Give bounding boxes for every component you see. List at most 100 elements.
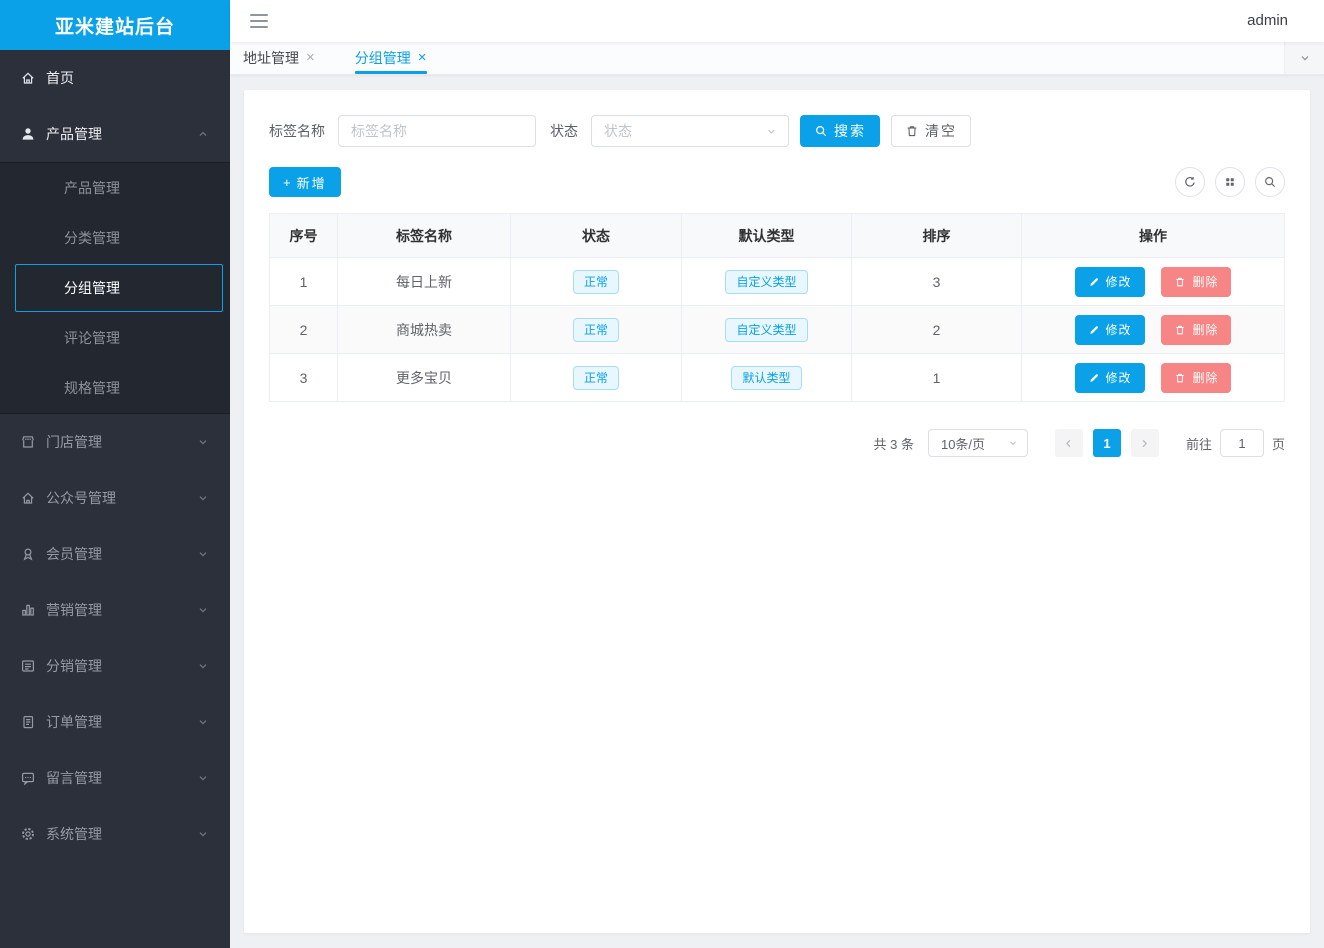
chevron-down-icon xyxy=(196,547,210,561)
sidebar-item-label: 评论管理 xyxy=(64,328,120,348)
sidebar-subitem-spec[interactable]: 规格管理 xyxy=(0,363,230,413)
sidebar-item-product-group[interactable]: 产品管理 xyxy=(0,106,230,162)
columns-button[interactable] xyxy=(1215,167,1245,197)
sidebar-item-label: 分组管理 xyxy=(64,278,120,298)
chevron-down-icon xyxy=(196,435,210,449)
cell-no: 3 xyxy=(270,354,338,402)
goto-page: 前往 页 xyxy=(1186,429,1285,457)
chevron-down-icon xyxy=(196,659,210,673)
sidebar-item-label: 系统管理 xyxy=(46,824,102,844)
group-management-panel: 标签名称 状态 状态 搜索 xyxy=(244,90,1310,933)
tab-address-management[interactable]: 地址管理 × xyxy=(243,42,315,74)
delete-button[interactable]: 删除 xyxy=(1161,267,1231,297)
tab-options-button[interactable] xyxy=(1284,42,1324,74)
hamburger-icon[interactable] xyxy=(250,14,268,28)
status-badge: 正常 xyxy=(573,270,619,294)
close-icon[interactable]: × xyxy=(306,50,315,65)
refresh-icon xyxy=(1183,175,1197,189)
close-icon[interactable]: × xyxy=(418,50,427,65)
sidebar-subitem-category[interactable]: 分类管理 xyxy=(0,213,230,263)
sidebar-item-message[interactable]: 留言管理 xyxy=(0,750,230,806)
app-title: 亚米建站后台 xyxy=(0,0,230,50)
add-button[interactable]: + 新增 xyxy=(269,167,341,197)
tag-name-input[interactable] xyxy=(338,115,536,147)
clear-button[interactable]: 清空 xyxy=(891,115,971,147)
groups-table: 序号 标签名称 状态 默认类型 排序 操作 1 每日上新 正常 xyxy=(269,213,1285,402)
sidebar: 亚米建站后台 首页 产品管理 产品管理 xyxy=(0,0,230,948)
chevron-down-icon xyxy=(1007,437,1019,449)
sidebar-item-label: 留言管理 xyxy=(46,768,102,788)
sidebar-subitem-group[interactable]: 分组管理 xyxy=(15,264,223,312)
user-icon xyxy=(20,126,36,142)
next-page-button[interactable] xyxy=(1131,429,1159,457)
table-tools xyxy=(1175,167,1285,197)
cell-no: 2 xyxy=(270,306,338,354)
edit-button[interactable]: 修改 xyxy=(1075,363,1145,393)
goto-prefix: 前往 xyxy=(1186,434,1212,453)
status-label: 状态 xyxy=(550,121,578,141)
user-name[interactable]: admin xyxy=(1247,12,1288,29)
total-count: 共 3 条 xyxy=(874,434,914,453)
sidebar-item-distribution[interactable]: 分销管理 xyxy=(0,638,230,694)
col-tag-name: 标签名称 xyxy=(338,214,511,258)
status-select-placeholder: 状态 xyxy=(604,121,632,141)
sidebar-item-label: 订单管理 xyxy=(46,712,102,732)
delete-button[interactable]: 删除 xyxy=(1161,363,1231,393)
sidebar-item-label: 规格管理 xyxy=(64,378,120,398)
prev-page-button[interactable] xyxy=(1055,429,1083,457)
col-sort: 排序 xyxy=(852,214,1022,258)
sidebar-item-store[interactable]: 门店管理 xyxy=(0,414,230,470)
order-icon xyxy=(20,714,36,730)
app-root: 亚米建站后台 首页 产品管理 产品管理 xyxy=(0,0,1324,948)
cell-no: 1 xyxy=(270,258,338,306)
chevron-down-icon xyxy=(196,715,210,729)
filter-row: 标签名称 状态 状态 搜索 xyxy=(269,115,1285,147)
edit-button[interactable]: 修改 xyxy=(1075,315,1145,345)
tab-bar: 地址管理 × 分组管理 × xyxy=(230,42,1324,75)
cell-tag-name: 更多宝贝 xyxy=(338,354,511,402)
search-button[interactable]: 搜索 xyxy=(800,115,880,147)
refresh-button[interactable] xyxy=(1175,167,1205,197)
status-badge: 正常 xyxy=(573,366,619,390)
table-row: 2 商城热卖 正常 自定义类型 2 修改 xyxy=(270,306,1285,354)
sidebar-subitem-product[interactable]: 产品管理 xyxy=(0,163,230,213)
chevron-left-icon xyxy=(1062,437,1075,450)
page-size-select[interactable]: 10条/页 xyxy=(928,429,1028,457)
search-toggle-button[interactable] xyxy=(1255,167,1285,197)
message-icon xyxy=(20,770,36,786)
table-header-row: 序号 标签名称 状态 默认类型 排序 操作 xyxy=(270,214,1285,258)
col-default-type: 默认类型 xyxy=(682,214,852,258)
cell-sort: 1 xyxy=(852,354,1022,402)
official-account-icon xyxy=(20,490,36,506)
status-select[interactable]: 状态 xyxy=(591,115,789,147)
chevron-right-icon xyxy=(1138,437,1151,450)
chevron-down-icon xyxy=(196,827,210,841)
col-status: 状态 xyxy=(511,214,682,258)
tab-group-management[interactable]: 分组管理 × xyxy=(355,42,427,74)
member-icon xyxy=(20,546,36,562)
plus-icon: + xyxy=(283,175,291,190)
page-number-button[interactable]: 1 xyxy=(1093,429,1121,457)
sidebar-item-label: 分类管理 xyxy=(64,228,120,248)
sidebar-item-member[interactable]: 会员管理 xyxy=(0,526,230,582)
sidebar-item-system[interactable]: 系统管理 xyxy=(0,806,230,862)
sidebar-item-official-account[interactable]: 公众号管理 xyxy=(0,470,230,526)
goto-page-input[interactable] xyxy=(1220,429,1264,457)
edit-icon xyxy=(1088,324,1100,336)
sidebar-item-label: 营销管理 xyxy=(46,600,102,620)
sidebar-item-label: 产品管理 xyxy=(64,178,120,198)
content: 标签名称 状态 状态 搜索 xyxy=(230,75,1324,948)
sidebar-item-home[interactable]: 首页 xyxy=(0,50,230,106)
tab-label: 分组管理 xyxy=(355,48,411,68)
delete-button[interactable]: 删除 xyxy=(1161,315,1231,345)
edit-button[interactable]: 修改 xyxy=(1075,267,1145,297)
sidebar-item-order[interactable]: 订单管理 xyxy=(0,694,230,750)
trash-icon xyxy=(1174,324,1186,336)
tag-name-label: 标签名称 xyxy=(269,121,325,141)
goto-suffix: 页 xyxy=(1272,434,1285,453)
product-submenu: 产品管理 分类管理 分组管理 评论管理 规格管理 xyxy=(0,162,230,414)
sidebar-item-marketing[interactable]: 营销管理 xyxy=(0,582,230,638)
sidebar-subitem-comment[interactable]: 评论管理 xyxy=(0,313,230,363)
marketing-icon xyxy=(20,602,36,618)
cell-tag-name: 每日上新 xyxy=(338,258,511,306)
